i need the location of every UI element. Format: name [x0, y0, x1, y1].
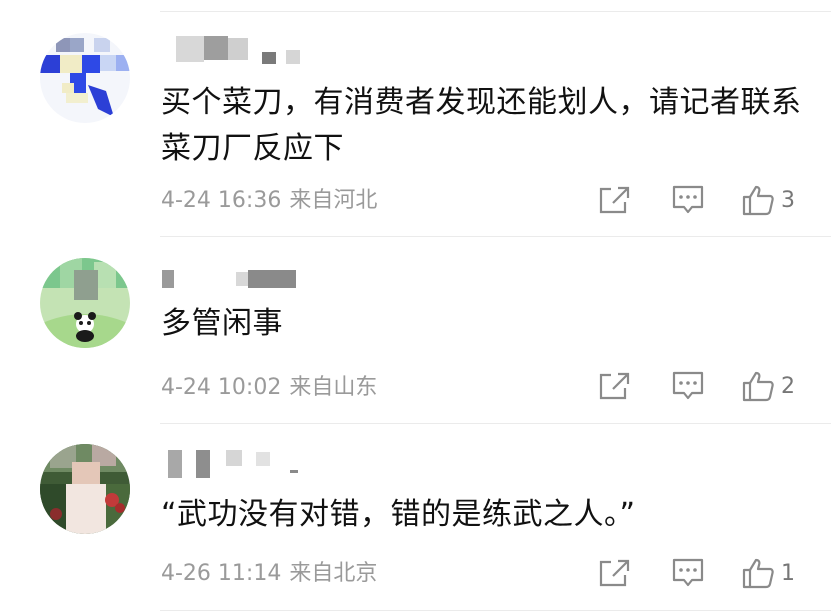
username-blurred[interactable]	[162, 450, 362, 478]
like-button[interactable]: 3	[741, 183, 795, 217]
thumbs-up-icon	[742, 558, 774, 589]
comment-divider	[160, 236, 831, 237]
comment-date: 4-26 11:14	[161, 561, 282, 586]
comment-actions: 3	[591, 183, 831, 217]
like-button[interactable]: 1	[741, 556, 795, 590]
share-button[interactable]	[597, 556, 631, 590]
comment-location: 来自北京	[289, 561, 378, 586]
comment-divider	[160, 610, 831, 611]
share-icon	[599, 559, 630, 587]
share-icon	[599, 186, 630, 214]
comment-actions: 1	[591, 556, 831, 590]
share-icon	[599, 372, 630, 400]
comment-icon	[672, 558, 704, 587]
comment-actions: 2	[591, 369, 831, 403]
comment-text: 多管闲事	[161, 306, 283, 341]
reply-button[interactable]	[671, 369, 705, 403]
username-blurred[interactable]	[162, 266, 362, 290]
share-button[interactable]	[597, 369, 631, 403]
comment-text: 买个菜刀，有消费者发现还能划人，请记者联系菜刀厂反应下	[161, 85, 802, 166]
like-count: 2	[781, 373, 795, 399]
share-button[interactable]	[597, 183, 631, 217]
avatar[interactable]	[40, 33, 130, 123]
thumbs-up-icon	[742, 371, 774, 402]
comment-date: 4-24 16:36	[161, 188, 282, 213]
like-count: 1	[781, 560, 795, 586]
avatar[interactable]	[40, 258, 130, 348]
comment-meta: 4-26 11:14 来自北京	[161, 559, 377, 589]
thumbs-up-icon	[742, 185, 774, 216]
comment-icon	[672, 185, 704, 214]
like-button[interactable]: 2	[741, 369, 795, 403]
comment-meta: 4-24 10:02 来自山东	[161, 373, 377, 403]
comment-text: “武功没有对错，错的是练武之人。”	[161, 497, 636, 532]
comment-meta: 4-24 16:36 来自河北	[161, 186, 377, 216]
comment-date: 4-24 10:02	[161, 375, 282, 400]
reply-button[interactable]	[671, 556, 705, 590]
username-blurred[interactable]	[162, 36, 362, 64]
like-count: 3	[781, 187, 795, 213]
top-divider	[160, 11, 831, 12]
comment-location: 来自山东	[289, 375, 378, 400]
comment-icon	[672, 371, 704, 400]
comment-location: 来自河北	[289, 188, 378, 213]
reply-button[interactable]	[671, 183, 705, 217]
comment-divider	[160, 423, 831, 424]
avatar[interactable]	[40, 444, 130, 534]
